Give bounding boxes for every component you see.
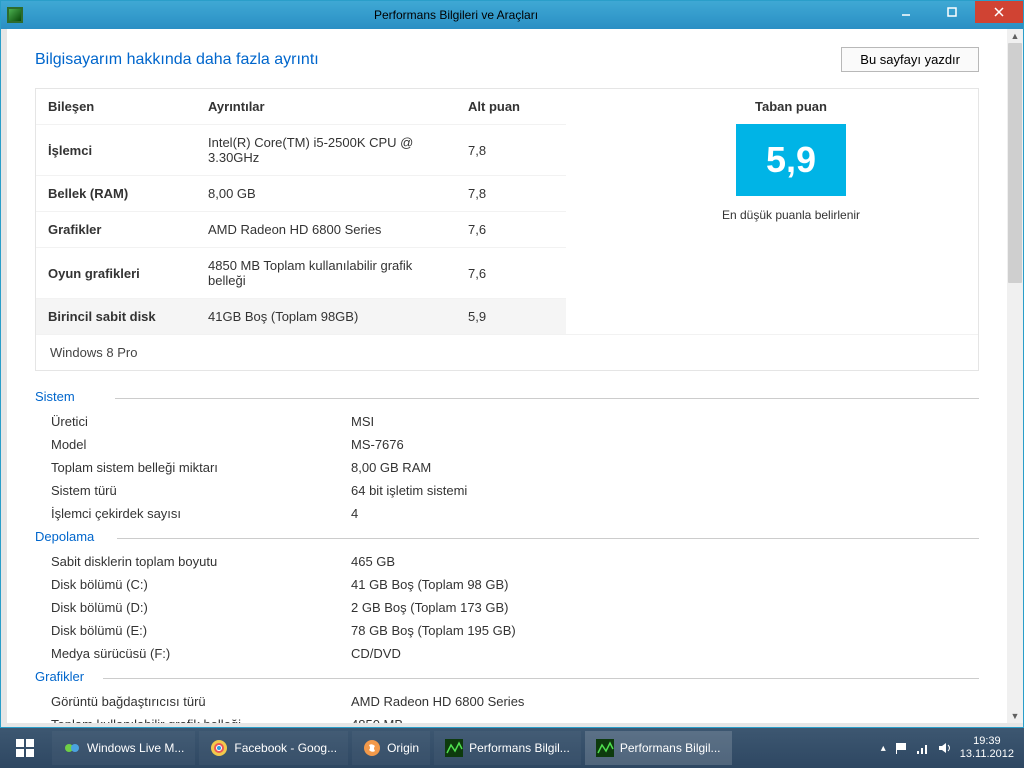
performance-icon (596, 739, 614, 757)
scroll-up-icon[interactable]: ▲ (1007, 29, 1023, 43)
list-item: ModelMS-7676 (35, 433, 979, 456)
minimize-button[interactable] (883, 1, 929, 23)
section-system-title: Sistem (35, 389, 979, 404)
header-component: Bileşen (36, 89, 196, 125)
app-window: Performans Bilgileri ve Araçları Bilgisa… (0, 0, 1024, 728)
section-storage-title: Depolama (35, 529, 979, 544)
scroll-down-icon[interactable]: ▼ (1007, 709, 1023, 723)
close-button[interactable] (975, 1, 1023, 23)
taskbar-item-perf1[interactable]: Performans Bilgil... (434, 731, 581, 765)
titlebar[interactable]: Performans Bilgileri ve Araçları (1, 1, 1023, 29)
list-item: Disk bölümü (C:)41 GB Boş (Toplam 98 GB) (35, 573, 979, 596)
list-item: Medya sürücüsü (F:)CD/DVD (35, 642, 979, 665)
list-item: Disk bölümü (D:)2 GB Boş (Toplam 173 GB) (35, 596, 979, 619)
network-icon[interactable] (916, 741, 930, 755)
start-button[interactable] (0, 728, 50, 768)
tray-time: 19:39 (960, 735, 1014, 748)
os-label: Windows 8 Pro (36, 334, 978, 370)
table-row: Bellek (RAM) 8,00 GB 7,8 (36, 176, 566, 212)
tray-date: 13.11.2012 (960, 748, 1014, 761)
tray-clock[interactable]: 19:39 13.11.2012 (960, 735, 1014, 760)
maximize-icon (947, 7, 957, 17)
taskbar-item-perf2[interactable]: Performans Bilgil... (585, 731, 732, 765)
minimize-icon (901, 7, 911, 17)
app-icon (7, 7, 23, 23)
print-button[interactable]: Bu sayfayı yazdır (841, 47, 979, 72)
chrome-icon (210, 739, 228, 757)
score-table: Bileşen Ayrıntılar Alt puan İşlemci Inte… (36, 89, 566, 334)
table-row: Grafikler AMD Radeon HD 6800 Series 7,6 (36, 212, 566, 248)
base-score-note: En düşük puanla belirlenir (604, 208, 978, 224)
vertical-scrollbar[interactable]: ▲ ▼ (1007, 29, 1023, 723)
window-title: Performans Bilgileri ve Araçları (29, 8, 883, 22)
list-item: ÜreticiMSI (35, 410, 979, 433)
performance-icon (445, 739, 463, 757)
flag-icon[interactable] (894, 741, 908, 755)
page-title: Bilgisayarım hakkında daha fazla ayrıntı (35, 51, 319, 69)
close-icon (994, 7, 1004, 17)
base-score-box: Taban puan 5,9 En düşük puanla belirleni… (604, 99, 978, 224)
list-item: Sabit disklerin toplam boyutu465 GB (35, 550, 979, 573)
base-score-value: 5,9 (736, 124, 846, 196)
scroll-thumb[interactable] (1008, 43, 1022, 283)
section-graphics-title: Grafikler (35, 669, 979, 684)
base-score-header: Taban puan (604, 99, 978, 114)
list-item: İşlemci çekirdek sayısı4 (35, 502, 979, 525)
system-tray: ▴ 19:39 13.11.2012 (871, 728, 1024, 768)
window-buttons (883, 1, 1023, 29)
table-row: Oyun grafikleri 4850 MB Toplam kullanıla… (36, 248, 566, 299)
list-item: Toplam sistem belleği miktarı8,00 GB RAM (35, 456, 979, 479)
taskbar-item-wlm[interactable]: Windows Live M... (52, 731, 195, 765)
taskbar-item-origin[interactable]: Origin (352, 731, 430, 765)
list-item: Disk bölümü (E:)78 GB Boş (Toplam 195 GB… (35, 619, 979, 642)
table-row: İşlemci Intel(R) Core(TM) i5-2500K CPU @… (36, 125, 566, 176)
maximize-button[interactable] (929, 1, 975, 23)
list-item: Sistem türü64 bit işletim sistemi (35, 479, 979, 502)
tray-overflow-icon[interactable]: ▴ (881, 743, 886, 754)
origin-icon (363, 739, 381, 757)
list-item: Toplam kullanılabilir grafik belleği4850… (35, 713, 979, 723)
wlm-icon (63, 739, 81, 757)
header-subscore: Alt puan (456, 89, 566, 125)
taskbar-item-chrome[interactable]: Facebook - Goog... (199, 731, 348, 765)
table-row: Birincil sabit disk 41GB Boş (Toplam 98G… (36, 299, 566, 335)
content-area: Bilgisayarım hakkında daha fazla ayrıntı… (7, 29, 1007, 723)
volume-icon[interactable] (938, 741, 952, 755)
windows-icon (15, 738, 35, 758)
taskbar: Windows Live M... Facebook - Goog... Ori… (0, 728, 1024, 768)
list-item: Görüntü bağdaştırıcısı türüAMD Radeon HD… (35, 690, 979, 713)
score-panel: Bileşen Ayrıntılar Alt puan İşlemci Inte… (35, 88, 979, 371)
header-details: Ayrıntılar (196, 89, 456, 125)
